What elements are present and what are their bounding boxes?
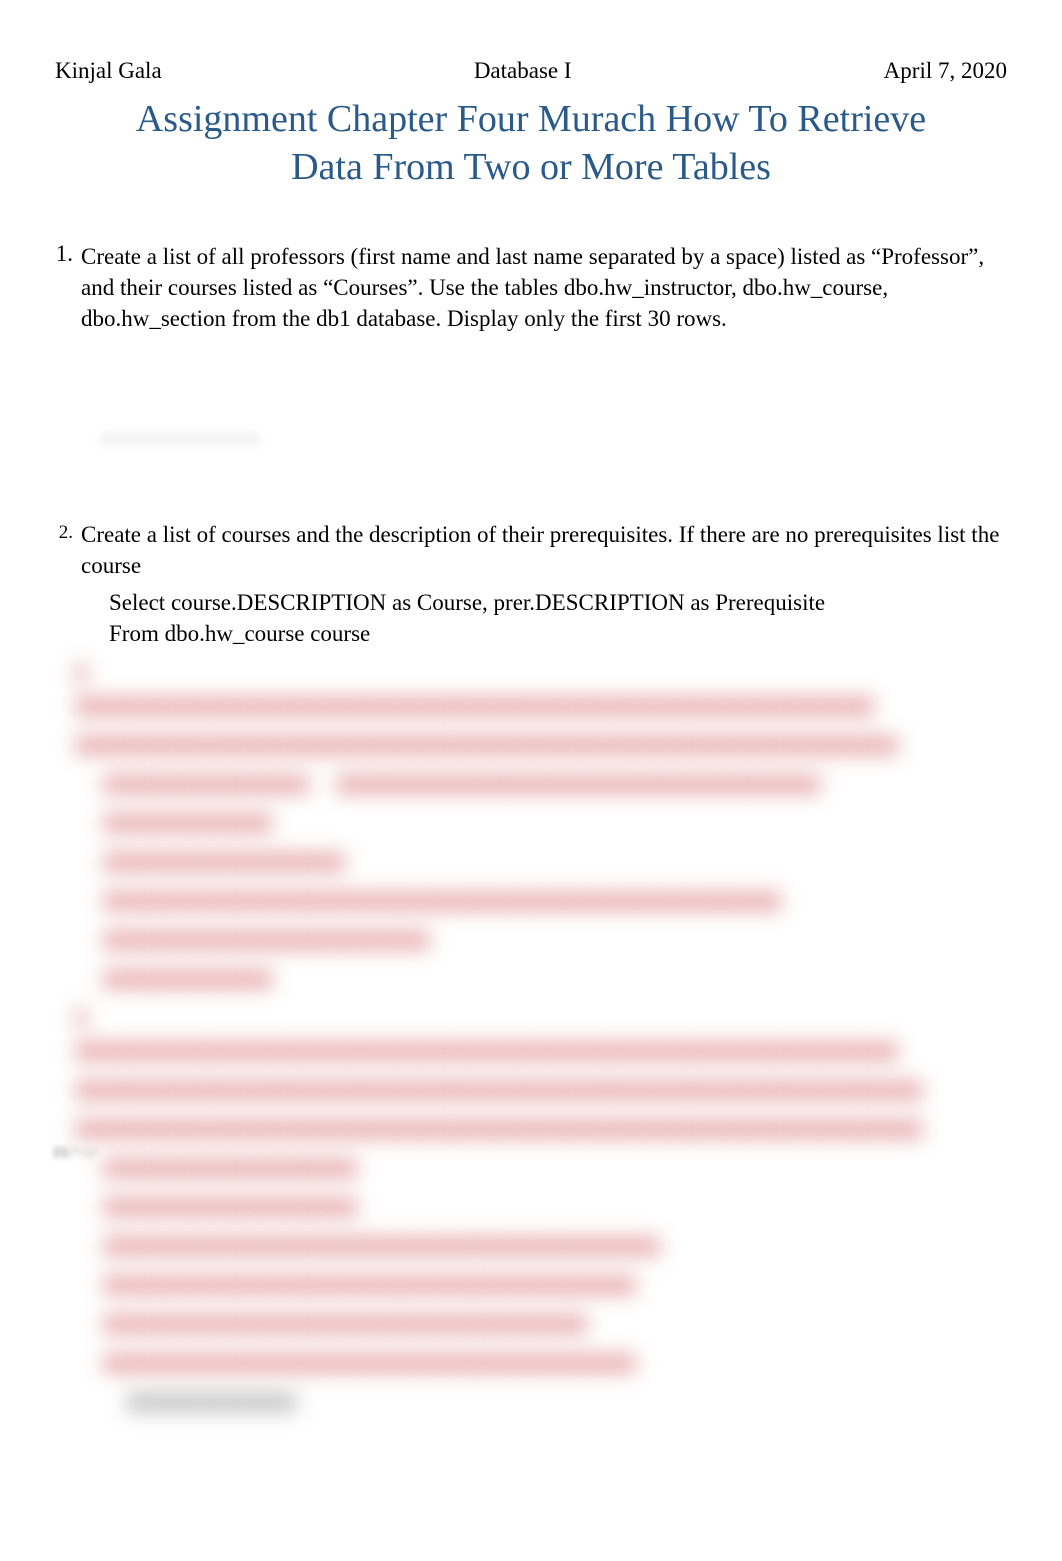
question-list: 1. Create a list of all professors (firs… [53,241,1009,334]
header-date: April 7, 2020 [884,58,1007,84]
question-list-2: 2. Create a list of courses and the desc… [53,519,1009,649]
question-1: 1. Create a list of all professors (firs… [53,241,1009,334]
blurred-line: ▮▮▮▮▮▮▮▮▮▮▮▮▮▮▮▮▮▮▮▮▮ [47,1189,847,1222]
header-course: Database I [474,58,572,84]
page-header: Kinjal Gala Database I April 7, 2020 [53,58,1009,84]
blurred-line: ▮ ▮▮▮▮▮▮▮▮▮▮▮▮▮▮▮▮▮▮▮▮▮▮▮▮▮▮▮▮▮▮▮▮▮▮▮▮▮▮… [47,1000,847,1066]
sql-code-block: Select course.DESCRIPTION as Course, pre… [81,587,1009,649]
blurred-line: ▮▮▮▮▮▮▮▮▮▮▮▮▮▮ [47,805,847,838]
blurred-line: ▮▮▮▮▮▮▮▮▮▮▮▮▮▮ [47,1384,847,1417]
blurred-line: ▮▮▮▮▮▮▮▮▮▮▮▮▮▮▮▮▮▮▮▮▮ [47,1150,847,1183]
blurred-line: ▮▮▮▮▮▮▮▮▮▮▮▮▮▮▮▮▮▮▮▮▮▮▮▮▮▮▮▮▮▮▮▮▮▮▮▮▮▮▮▮… [47,727,847,760]
blurred-line: ▮▮▮▮▮▮▮▮▮▮▮▮▮▮▮▮▮▮▮▮▮▮▮▮▮▮▮▮▮▮▮▮▮▮▮▮▮▮▮▮… [47,1228,847,1261]
document-title: Assignment Chapter Four Murach How To Re… [131,96,931,191]
blurred-line: ▮▮▮▮▮▮▮▮▮▮▮▮▮▮ [47,961,847,994]
blurred-line: ▮▮▮▮▮▮▮▮▮▮▮▮▮▮▮▮▮▮▮▮▮▮▮▮▮▮▮▮▮▮▮▮▮▮▮▮▮▮▮▮… [47,1111,847,1144]
blurred-line: ▮▮▮▮▮▮▮▮▮▮▮▮▮▮▮▮▮▮▮▮▮▮▮▮▮▮▮▮▮▮▮▮▮▮▮▮▮▮▮▮ [47,1306,847,1339]
blurred-fragment [100,432,260,446]
blurred-line: ▮▮▮▮▮▮▮▮▮▮▮▮▮▮▮▮▮▮▮▮▮▮▮▮▮▮▮ [47,922,847,955]
question-number: 1. [53,241,81,334]
question-2: 2. Create a list of courses and the desc… [53,519,1009,649]
question-text: Create a list of all professors (first n… [81,241,1009,334]
question-number: 2. [53,519,81,649]
blurred-line: ▮▮▮▮▮▮▮▮▮▮▮▮▮▮▮▮▮▮▮▮▮▮▮▮▮▮▮▮▮▮▮▮▮▮▮▮▮▮▮▮… [47,1345,847,1378]
blurred-line: ▮▮▮▮▮▮▮▮▮▮▮▮▮▮▮▮▮▮▮▮▮▮▮▮▮▮▮▮▮▮▮▮▮▮▮▮▮▮▮▮… [47,1072,847,1105]
page-footer: ▮▮|Page [53,1144,98,1161]
sql-line: Select course.DESCRIPTION as Course, pre… [109,587,1009,618]
blurred-line: ▮▮▮▮▮▮▮▮▮▮▮▮▮▮▮▮▮▮▮▮ [47,844,847,877]
question-text: Create a list of courses and the descrip… [81,519,1009,581]
blurred-line: ▮▮▮▮▮▮▮▮▮▮▮▮▮▮▮▮▮▮▮▮▮▮▮▮▮▮▮▮▮▮▮▮▮▮▮▮▮▮▮▮… [47,1267,847,1300]
blurred-line: ▮▮▮▮▮▮▮▮▮▮▮▮▮▮▮▮▮▮▮▮▮▮▮▮▮▮▮▮▮▮▮▮▮▮▮▮▮▮▮▮… [47,883,847,916]
blurred-content-region: ▮ ▮▮▮▮▮▮▮▮▮▮▮▮▮▮▮▮▮▮▮▮▮▮▮▮▮▮▮▮▮▮▮▮▮▮▮▮▮▮… [47,655,847,1105]
sql-line: From dbo.hw_course course [109,618,1009,649]
blurred-line: ▮ ▮▮▮▮▮▮▮▮▮▮▮▮▮▮▮▮▮▮▮▮▮▮▮▮▮▮▮▮▮▮▮▮▮▮▮▮▮▮… [47,655,847,721]
header-author: Kinjal Gala [55,58,162,84]
document-page: Kinjal Gala Database I April 7, 2020 Ass… [0,0,1062,709]
blurred-line: ▮▮▮▮▮▮▮▮▮▮▮▮▮▮▮▮▮ ▮▮▮▮▮▮▮▮▮▮▮▮▮▮▮▮▮▮▮▮▮▮… [47,766,847,799]
